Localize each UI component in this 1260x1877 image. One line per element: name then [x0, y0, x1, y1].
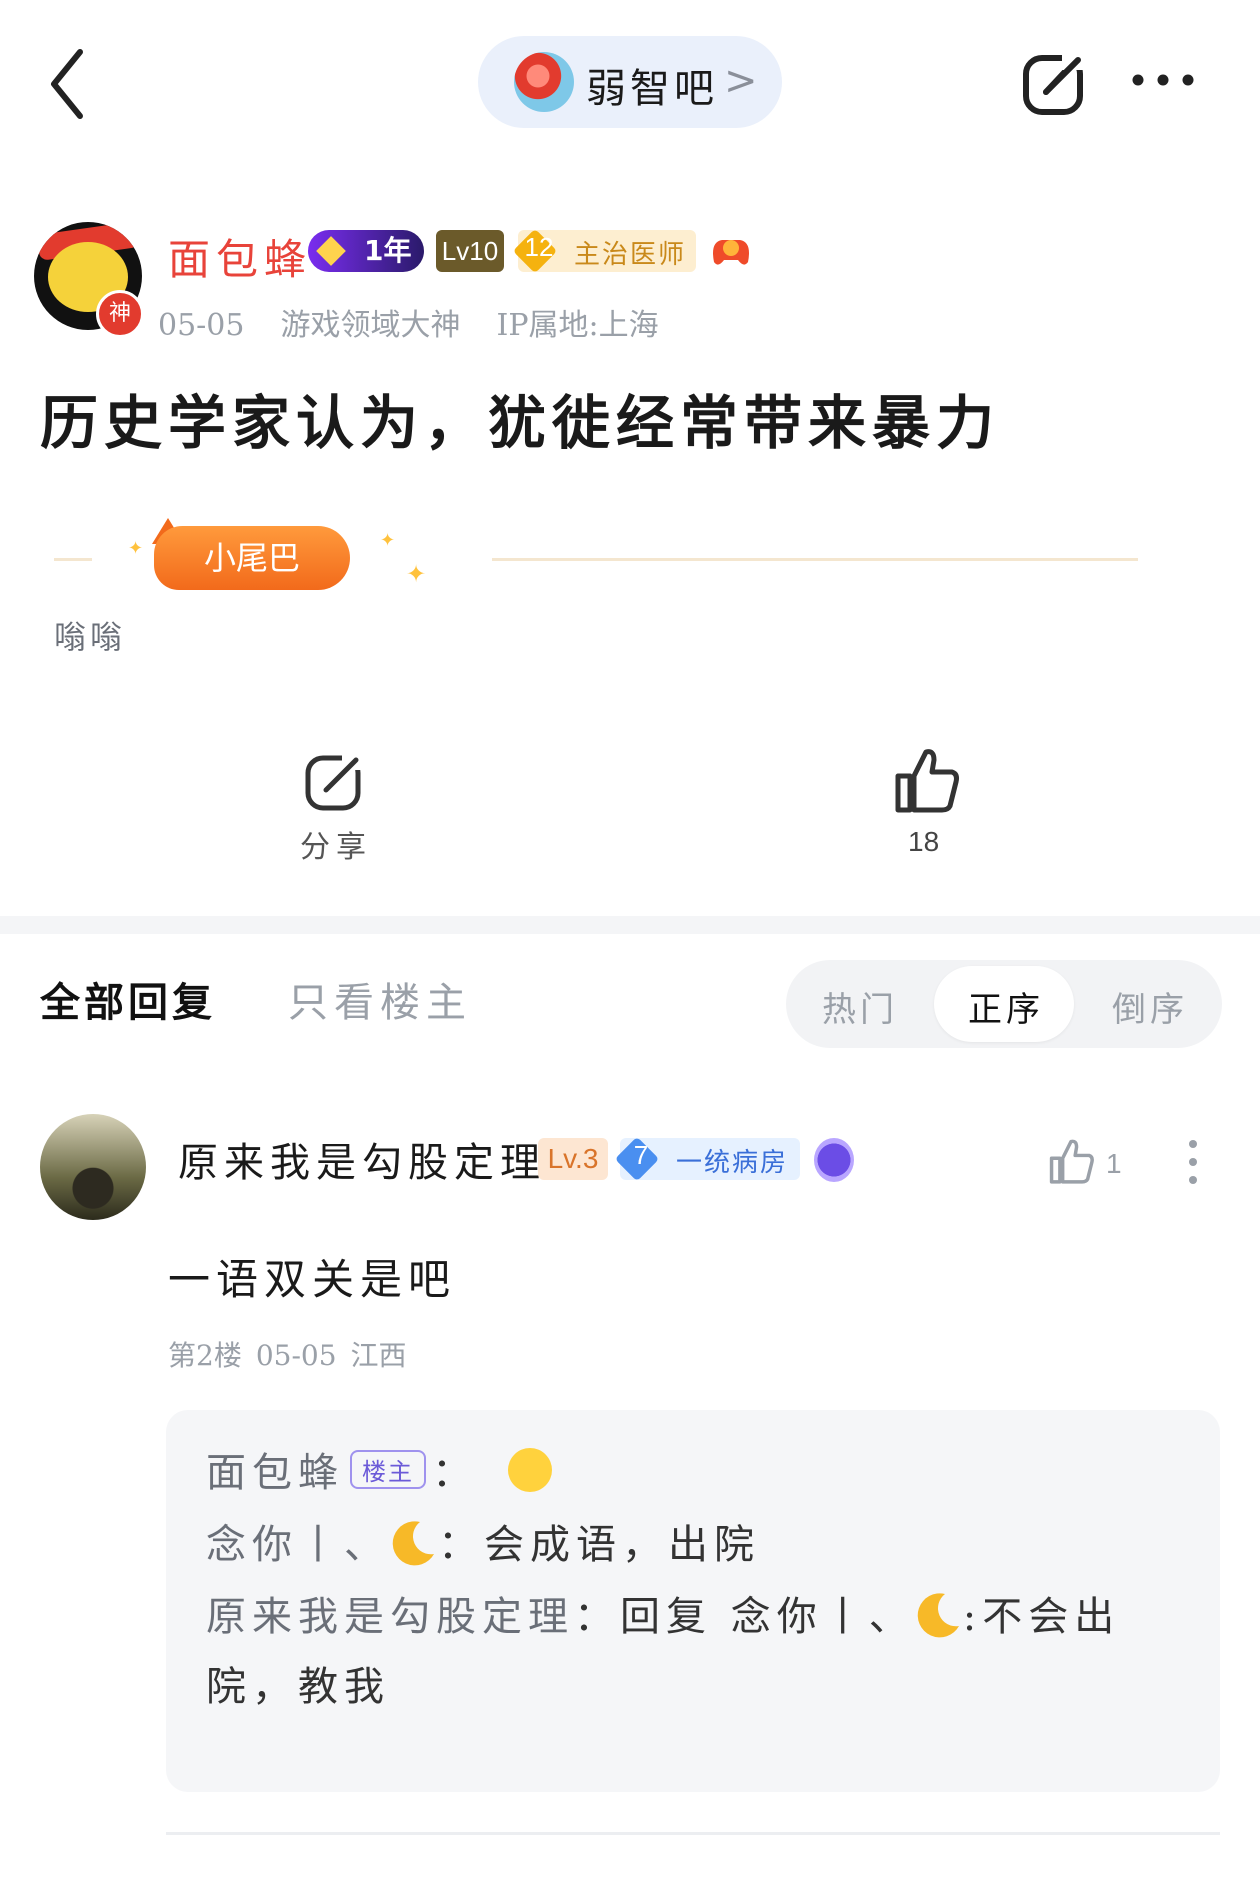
share-icon[interactable] [1018, 48, 1090, 120]
tab-owner-only[interactable]: 只看楼主 [288, 970, 472, 1028]
sub-reply-text: ：回复 念你丨、 [574, 1594, 915, 1640]
divider [166, 1832, 1220, 1835]
sub-reply-item[interactable]: 面包蜂 楼主： [206, 1440, 552, 1498]
section-divider [0, 916, 1260, 934]
author-tag: 游戏领域大神 [280, 308, 461, 343]
reply-like-count: 1 [1106, 1148, 1122, 1179]
sub-reply-item[interactable]: 原来我是勾股定理：回复 念你丨、 :不会出 [206, 1584, 1120, 1642]
sort-desc-button[interactable]: 倒序 [1112, 982, 1188, 1031]
crescent-moon-icon [917, 1593, 959, 1638]
reply-location: 江西 [350, 1339, 407, 1372]
sub-reply-author[interactable]: 面包蜂 [206, 1450, 344, 1496]
reply-author-name[interactable]: 原来我是勾股定理 [178, 1130, 546, 1188]
level-badge[interactable]: Lv10 [436, 230, 504, 272]
author-name[interactable]: 面包蜂 [168, 226, 312, 287]
tail-badge: 小尾巴 [154, 526, 350, 590]
ip-location: IP属地:上海 [496, 308, 659, 343]
post-date: 05-05 [158, 308, 245, 343]
pleading-face-icon [508, 1448, 552, 1492]
sparkle-icon: ✦ [128, 538, 144, 559]
signature-text: 嗡嗡 [54, 618, 127, 656]
more-dots-icon[interactable] [1130, 60, 1196, 100]
sub-reply-text: ：会成语，出院 [438, 1522, 760, 1568]
reply-date: 05-05 [255, 1339, 337, 1372]
share-icon[interactable] [302, 750, 366, 814]
reply-level-badge[interactable]: Lv.3 [538, 1138, 608, 1180]
rank-badge[interactable]: 12 主治医师 [512, 228, 696, 274]
sub-reply-text-cont: 院，教我 [206, 1664, 390, 1710]
crescent-moon-icon [392, 1521, 434, 1566]
sub-reply-text: :不会出 [962, 1594, 1121, 1640]
floor-number: 第2楼 [168, 1339, 242, 1372]
sort-hot-button[interactable]: 热门 [822, 982, 898, 1031]
medal-icon[interactable] [814, 1138, 854, 1182]
divider [54, 558, 92, 561]
reply-meta: 第2楼 05-05 江西 [168, 1334, 421, 1374]
reply-avatar[interactable] [40, 1114, 146, 1220]
like-count: 18 [908, 826, 940, 857]
thumbs-up-icon[interactable] [890, 744, 962, 816]
back-button[interactable] [40, 44, 100, 124]
author-meta: 05-05 游戏领域大神 IP属地:上海 [158, 300, 695, 344]
sparkle-icon: ✦ [406, 560, 427, 588]
sub-reply-author[interactable]: 原来我是勾股定理 [206, 1594, 574, 1640]
sparkle-icon: ✦ [380, 530, 396, 551]
reply-rank-badge[interactable]: 7 一统病房 [614, 1136, 800, 1182]
owner-tag: 楼主 [350, 1450, 426, 1489]
more-vertical-icon[interactable] [1186, 1138, 1200, 1186]
god-badge: 神 [96, 290, 144, 338]
reply-content: 一语双关是吧 [168, 1255, 457, 1304]
tab-all-replies[interactable]: 全部回复 [40, 970, 216, 1028]
divider [492, 558, 1138, 561]
sub-reply-item[interactable]: 念你丨、 ：会成语，出院 [206, 1512, 760, 1570]
sub-reply-author[interactable]: 念你丨、 [206, 1522, 390, 1568]
share-button-label[interactable]: 分享 [300, 822, 372, 866]
gamepad-icon[interactable] [708, 228, 754, 272]
chevron-right-icon: > [724, 58, 758, 104]
forum-name[interactable]: 弱智吧 [586, 56, 718, 114]
sort-asc-label[interactable]: 正序 [968, 982, 1044, 1031]
thumbs-up-icon[interactable] [1046, 1136, 1096, 1186]
post-title: 历史学家认为，犹徙经常带来暴力 [40, 389, 1001, 457]
chevron-left-icon [51, 49, 83, 119]
membership-year-badge[interactable]: 1年 [308, 230, 424, 272]
forum-avatar[interactable] [514, 52, 574, 112]
